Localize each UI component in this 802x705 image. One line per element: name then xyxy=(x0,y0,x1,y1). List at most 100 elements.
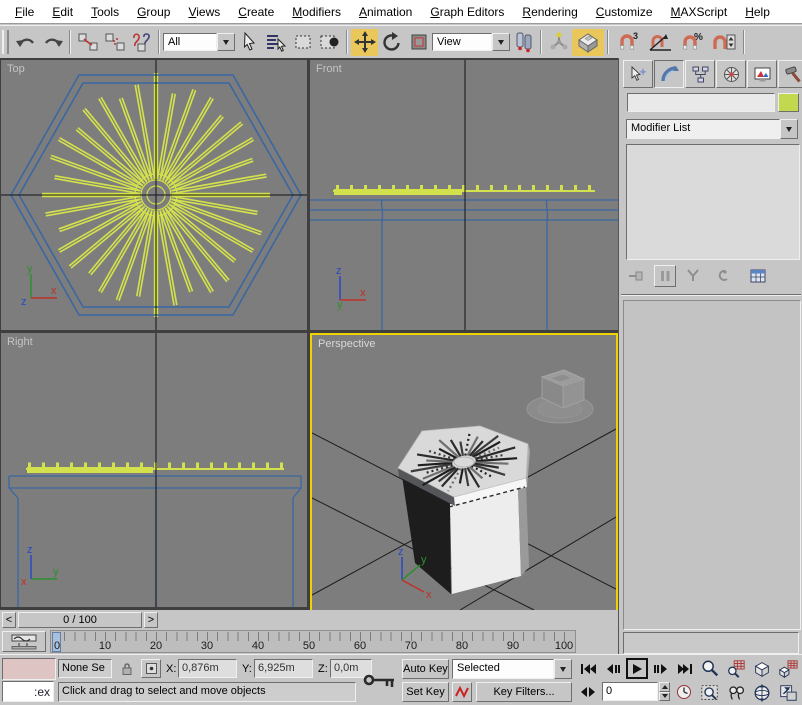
default-tangent-icon[interactable] xyxy=(452,682,472,702)
select-and-scale-button[interactable] xyxy=(405,29,432,56)
modify-tab[interactable] xyxy=(654,60,684,88)
pan-icon[interactable] xyxy=(724,681,748,704)
macro-recorder-pane[interactable] xyxy=(2,658,56,680)
previous-frame-playback-button[interactable] xyxy=(603,659,623,679)
ruler-label-70: 70 xyxy=(405,640,417,652)
viewport-right[interactable]: Right z y x xyxy=(1,333,307,607)
set-key-button[interactable]: Set Key xyxy=(402,682,449,702)
viewport-front-label[interactable]: Front xyxy=(316,63,342,75)
track-bar-ruler[interactable]: 0 10 20 30 40 50 60 70 80 90 100 xyxy=(50,630,576,653)
viewport-front-canvas: z x y xyxy=(310,60,618,330)
viewport-perspective[interactable]: Perspective xyxy=(310,333,618,612)
play-animation-button[interactable] xyxy=(626,658,648,679)
select-by-name-icon[interactable] xyxy=(262,29,289,56)
mini-curve-editor-button[interactable] xyxy=(2,631,46,652)
make-unique-icon[interactable] xyxy=(682,265,704,287)
menu-maxscript[interactable]: MAXScript xyxy=(662,2,737,22)
time-slider-handle[interactable]: 0 / 100 xyxy=(18,612,142,628)
link-icon[interactable] xyxy=(74,29,101,56)
y-coord-field[interactable]: 6,925m xyxy=(254,659,313,678)
viewport-top-label[interactable]: Top xyxy=(7,63,25,75)
spinner-snap-magnet-icon[interactable] xyxy=(708,29,740,56)
go-to-end-button[interactable] xyxy=(675,659,695,679)
modifier-stack-list[interactable] xyxy=(626,144,800,260)
x-coord-field[interactable]: 0,876m xyxy=(178,659,237,678)
menu-help[interactable]: Help xyxy=(736,2,779,22)
show-end-result-icon[interactable] xyxy=(654,265,676,287)
key-mode-selection-dropdown[interactable]: Selected xyxy=(452,659,572,679)
menu-animation[interactable]: Animation xyxy=(350,2,421,22)
utilities-tab[interactable] xyxy=(778,60,802,88)
zoom-icon[interactable] xyxy=(698,657,722,680)
key-filters-button[interactable]: Key Filters... xyxy=(476,682,572,702)
spokes-front-selected xyxy=(333,185,595,195)
window-crossing-icon[interactable] xyxy=(316,29,343,56)
use-center-icon[interactable] xyxy=(510,29,537,56)
selection-filter-arrow[interactable] xyxy=(217,33,235,51)
viewport-top[interactable]: Top y x z xyxy=(1,60,307,330)
coord-system-dropdown[interactable]: View xyxy=(432,33,510,51)
display-tab[interactable] xyxy=(747,60,777,88)
unlink-icon[interactable] xyxy=(101,29,128,56)
zoom-all-icon[interactable] xyxy=(724,657,748,680)
frame-spinner[interactable] xyxy=(659,682,670,701)
redo-icon[interactable] xyxy=(39,29,66,56)
region-zoom-icon[interactable] xyxy=(698,681,722,704)
percent-snap-magnet-icon[interactable]: % xyxy=(676,29,708,56)
motion-tab[interactable] xyxy=(716,60,746,88)
remove-modifier-icon[interactable] xyxy=(710,265,732,287)
snap-3d-magnet-icon[interactable]: 3 xyxy=(612,29,644,56)
modifier-list-dropdown[interactable]: Modifier List xyxy=(626,119,798,139)
configure-modifier-sets-icon[interactable] xyxy=(746,265,770,287)
x-coord-label: X: xyxy=(166,663,176,675)
absolute-offset-toggle[interactable] xyxy=(141,659,161,678)
selection-lock-toggle[interactable] xyxy=(117,659,137,678)
zoom-extents-icon[interactable] xyxy=(750,657,774,680)
viewport-right-label[interactable]: Right xyxy=(7,336,33,348)
bind-spacewarp-icon[interactable] xyxy=(128,29,155,56)
go-to-start-button[interactable] xyxy=(578,659,598,679)
undo-icon[interactable] xyxy=(12,29,39,56)
viewport-front[interactable]: Front z x y xyxy=(310,60,618,330)
menu-group[interactable]: Group xyxy=(128,2,179,22)
key-mode-toggle-button[interactable] xyxy=(578,682,598,702)
create-tab[interactable] xyxy=(623,60,653,88)
object-name-field[interactable] xyxy=(627,93,775,112)
keyboard-override-cube-icon[interactable] xyxy=(572,29,604,56)
pin-stack-icon[interactable] xyxy=(626,265,648,287)
menu-rendering[interactable]: Rendering xyxy=(513,2,586,22)
viewport-perspective-label[interactable]: Perspective xyxy=(318,338,375,350)
maxscript-listener-pane[interactable]: :ex xyxy=(2,681,54,702)
coord-system-arrow[interactable] xyxy=(492,33,510,51)
select-and-rotate-button[interactable] xyxy=(378,29,405,56)
select-and-manipulate-icon[interactable] xyxy=(545,29,572,56)
auto-key-button[interactable]: Auto Key xyxy=(402,659,449,679)
zoom-extents-all-icon[interactable] xyxy=(776,657,800,680)
menu-modifiers[interactable]: Modifiers xyxy=(283,2,350,22)
toolbar-grip[interactable] xyxy=(2,30,9,54)
angle-snap-magnet-icon[interactable] xyxy=(644,29,676,56)
menu-file[interactable]: File xyxy=(6,2,43,22)
rect-region-icon[interactable] xyxy=(289,29,316,56)
arc-rotate-icon[interactable] xyxy=(750,681,774,704)
menu-edit[interactable]: Edit xyxy=(43,2,82,22)
menu-create[interactable]: Create xyxy=(229,2,283,22)
time-configuration-icon[interactable] xyxy=(674,682,694,701)
key-mode-selection-arrow[interactable] xyxy=(554,659,572,679)
menu-tools[interactable]: Tools xyxy=(82,2,128,22)
set-keys-key-icon[interactable] xyxy=(360,657,400,703)
menu-customize[interactable]: Customize xyxy=(587,2,662,22)
select-and-move-button[interactable] xyxy=(351,29,378,56)
menu-graph-editors[interactable]: Graph Editors xyxy=(421,2,513,22)
modifier-list-arrow[interactable] xyxy=(780,119,798,139)
previous-frame-button[interactable]: < xyxy=(2,612,16,628)
current-frame-field[interactable]: 0 xyxy=(602,682,658,701)
next-frame-playback-button[interactable] xyxy=(651,659,671,679)
object-color-swatch[interactable] xyxy=(778,93,799,112)
hierarchy-tab[interactable] xyxy=(685,60,715,88)
next-frame-button[interactable]: > xyxy=(144,612,158,628)
select-object-icon[interactable] xyxy=(235,29,262,56)
min-max-toggle-icon[interactable] xyxy=(776,681,800,704)
selection-filter-dropdown[interactable]: All xyxy=(163,33,235,51)
menu-views[interactable]: Views xyxy=(179,2,229,22)
